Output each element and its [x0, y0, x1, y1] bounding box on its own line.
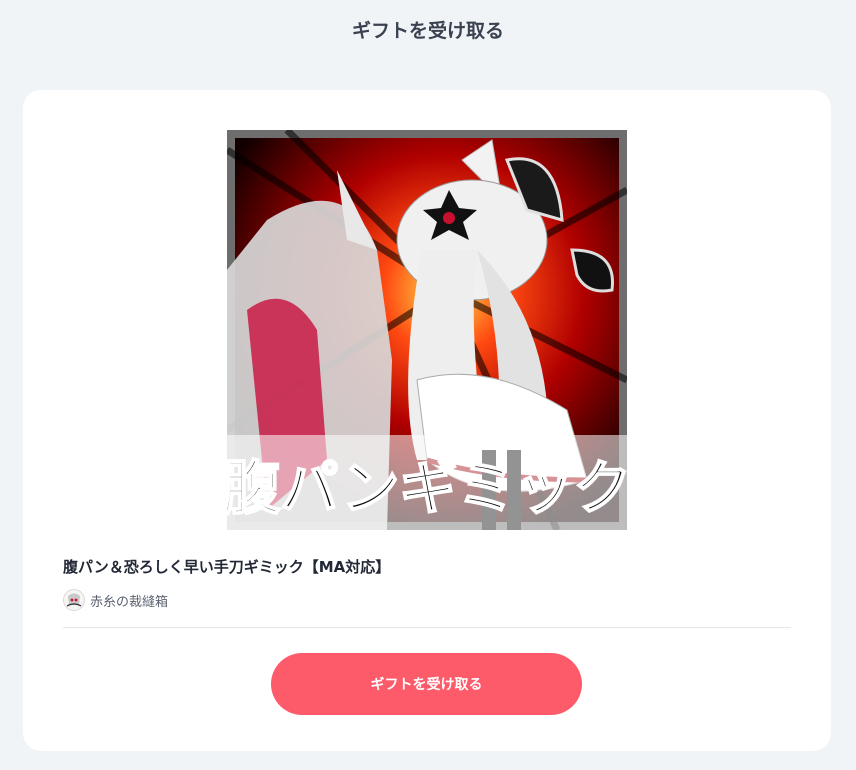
receive-gift-button[interactable]: ギフトを受け取る [271, 653, 582, 715]
gift-card: 腹パンギミック 腹パン＆恐ろしく早い手刀ギミック【MA対応】 赤糸の裁縫箱 ギフ… [23, 90, 831, 751]
divider [63, 627, 791, 628]
product-thumbnail-art: 腹パンギミック [227, 130, 627, 530]
thumbnail-caption: 腹パンギミック [227, 454, 627, 522]
shop-avatar-icon [63, 589, 85, 611]
shop-link[interactable]: 赤糸の裁縫箱 [63, 589, 168, 611]
shop-name: 赤糸の裁縫箱 [90, 594, 169, 610]
page-title: ギフトを受け取る [351, 20, 504, 42]
product-title[interactable]: 腹パン＆恐ろしく早い手刀ギミック【MA対応】 [63, 556, 390, 577]
product-thumbnail[interactable]: 腹パンギミック [227, 130, 627, 530]
